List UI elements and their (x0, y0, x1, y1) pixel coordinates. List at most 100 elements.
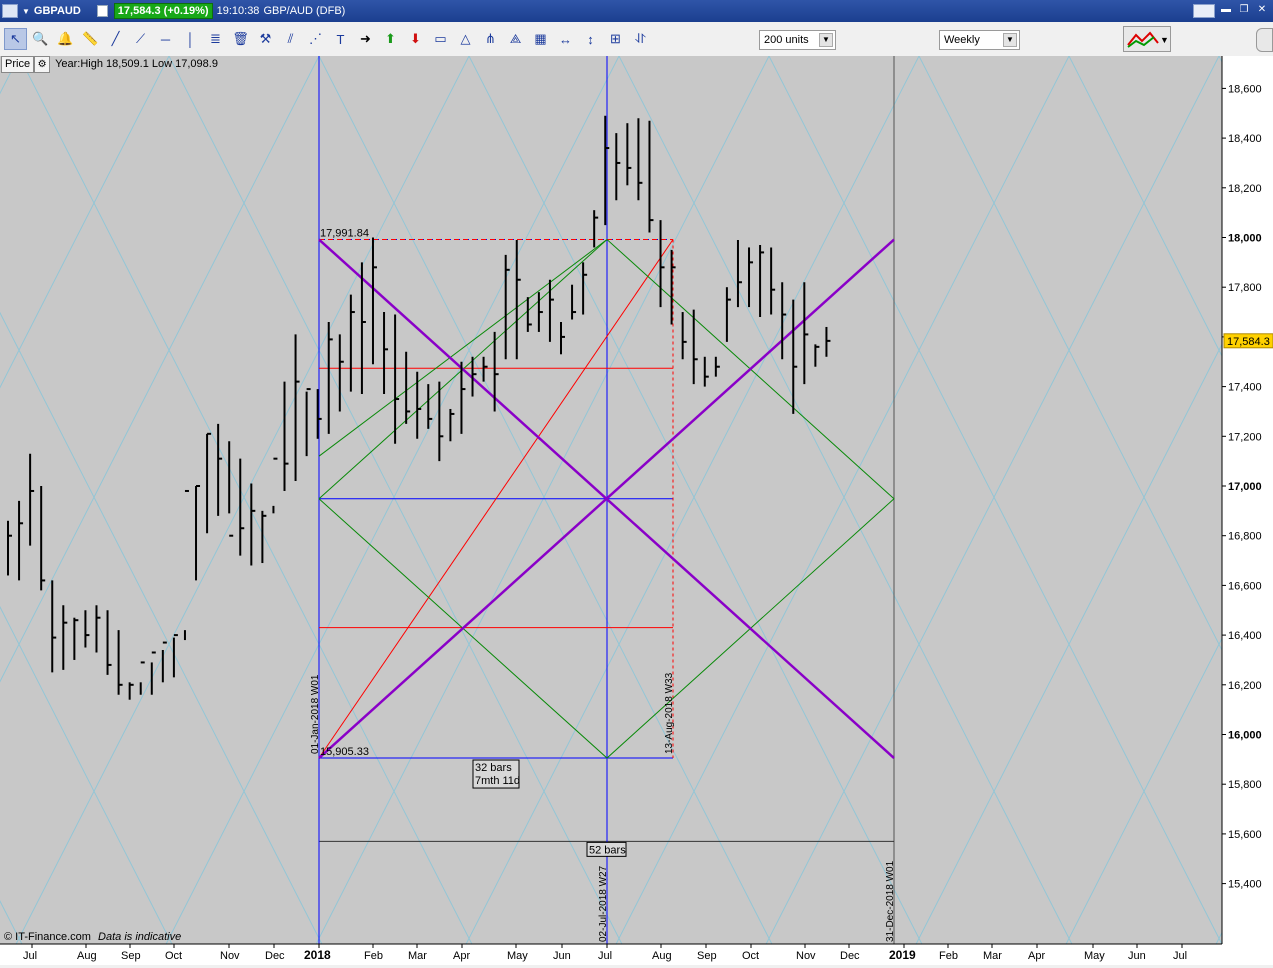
x-tick-label: Apr (453, 950, 470, 962)
footer: © IT-Finance.com Data is indicative (4, 931, 181, 943)
plot-background (0, 56, 1222, 944)
wrench-icon[interactable]: ⚙ (34, 55, 51, 73)
trend-channel-icon[interactable]: ⋰ (304, 28, 327, 50)
gann-square-icon[interactable]: ⊞ (604, 28, 627, 50)
units-select-value: 200 units (764, 34, 809, 46)
date-label-dec: 31-Dec-2018 W01 (885, 860, 896, 942)
duration-label: 7mth 11d (475, 775, 520, 787)
y-tick-label: 16,000 (1228, 730, 1262, 742)
y-tick-label: 15,400 (1228, 879, 1262, 891)
sell-arrow-icon[interactable]: ⬇ (404, 28, 427, 50)
keyboard-icon[interactable] (1193, 4, 1215, 18)
x-tick-label: May (507, 950, 528, 962)
gann-grid-icon[interactable]: ▦ (529, 28, 552, 50)
date-label-aug: 13-Aug-2018 W33 (664, 672, 675, 754)
x-tick-label: Mar (408, 950, 427, 962)
dropdown-arrow-icon[interactable]: ▼ (22, 7, 30, 16)
parallel-channel-icon[interactable]: ⫽ (279, 28, 302, 50)
zoom-icon[interactable]: 🔍 (29, 28, 52, 50)
triangle-icon[interactable]: △ (454, 28, 477, 50)
minimize-button[interactable]: ▬ (1219, 4, 1233, 16)
sheet-icon[interactable] (96, 5, 108, 17)
drawing-tools: ↖ 🔍 🔔 📏 ╱ ⟋ ─ │ ≣ 🗑 ⚒ ⫽ ⋰ T ➜ ⬆ ⬇ ▭ △ ⋔ ⟁ ▦ ↔ ↕ ⊞ ⥯ (4, 28, 652, 50)
title-bar: ▼ GBPAUD 17,584.3 (+0.19%) 19:10:38 GBP/… (0, 0, 1273, 22)
y-tick-label: 18,400 (1228, 133, 1262, 145)
indicators-chart-icon: ▼ (1127, 31, 1169, 48)
gann-fan-icon[interactable]: ⟁ (504, 28, 527, 50)
horizontal-line-icon[interactable]: ─ (154, 28, 177, 50)
interval-select[interactable]: Weekly ▼ (939, 30, 1020, 50)
y-tick-label: 16,600 (1228, 580, 1262, 592)
cycle-icon[interactable]: ⥯ (629, 28, 652, 50)
ruler-icon[interactable]: 📏 (79, 28, 102, 50)
x-tick-label: Dec (265, 950, 285, 962)
x-tick-label: Apr (1028, 950, 1045, 962)
x-tick-label: Sep (121, 950, 141, 962)
measure-icon[interactable]: ↔ (554, 28, 577, 50)
price-tab[interactable]: Price (1, 55, 35, 73)
indicators-button[interactable]: ▼ (1123, 26, 1171, 52)
fibonacci-icon[interactable]: ≣ (204, 28, 227, 50)
box-low-label: 15,905.33 (320, 746, 369, 758)
line-icon[interactable]: ╱ (104, 28, 127, 50)
quote-time: 19:10:38 (216, 5, 260, 17)
x-tick-label: Jul (598, 950, 612, 962)
y-tick-label: 16,200 (1228, 680, 1262, 692)
x-tick-label: 2019 (889, 948, 916, 962)
y-tick-label: 16,400 (1228, 630, 1262, 642)
x-tick-label: Feb (364, 950, 383, 962)
y-tick-label: 17,800 (1228, 282, 1262, 294)
pointer-icon[interactable]: ↖ (4, 28, 27, 50)
symbol-title: GBPAUD (33, 5, 81, 17)
y-tick-label: 17,400 (1228, 382, 1262, 394)
y-tick-label: 17,200 (1228, 431, 1262, 443)
interval-select-value: Weekly (944, 34, 980, 46)
date-label-jan: 01-Jan-2018 W01 (310, 674, 321, 754)
x-tick-label: Nov (220, 950, 240, 962)
x-tick-label: 2018 (304, 948, 331, 962)
time-span-icon[interactable]: ↕ (579, 28, 602, 50)
span-label: 52 bars (589, 844, 626, 856)
buy-arrow-icon[interactable]: ⬆ (379, 28, 402, 50)
chevron-down-icon[interactable]: ▼ (1003, 33, 1017, 47)
x-tick-label: Aug (77, 950, 97, 962)
copyright-text: © IT-Finance.com (4, 931, 91, 943)
side-panel-toggle[interactable] (1256, 28, 1273, 52)
x-tick-label: Jul (23, 950, 37, 962)
delete-icon[interactable]: 🗑 (229, 28, 252, 50)
y-tick-label: 16,800 (1228, 531, 1262, 543)
price-chart[interactable]: 17,991.84 15,905.33 32 bars7mth 11d 52 bars… (0, 55, 1273, 965)
y-tick-label: 18,000 (1228, 233, 1262, 245)
restore-button[interactable]: ❐ (1237, 4, 1251, 16)
box-high-label: 17,991.84 (320, 228, 369, 240)
y-tick-label: 15,600 (1228, 829, 1262, 841)
vertical-line-icon[interactable]: │ (179, 28, 202, 50)
window-menu-icon[interactable] (2, 4, 18, 18)
pitchfork-icon[interactable]: ⋔ (479, 28, 502, 50)
x-tick-label: Mar (983, 950, 1002, 962)
x-tick-label: Aug (652, 950, 672, 962)
instrument-description: GBP/AUD (DFB) (263, 5, 346, 17)
date-label-jul: 02-Jul-2018 W27 (598, 865, 609, 942)
x-tick-label: Sep (697, 950, 717, 962)
x-tick-label: May (1084, 950, 1105, 962)
units-select[interactable]: 200 units ▼ (759, 30, 836, 50)
ray-icon[interactable]: ⟋ (129, 28, 152, 50)
x-axis-panel (0, 944, 1273, 965)
rectangle-icon[interactable]: ▭ (429, 28, 452, 50)
quote-badge: 17,584.3 (+0.19%) (113, 3, 213, 19)
chevron-down-icon[interactable]: ▼ (819, 33, 833, 47)
x-tick-label: Oct (165, 950, 182, 962)
x-tick-label: Jun (1128, 950, 1146, 962)
hammer-icon[interactable]: ⚒ (254, 28, 277, 50)
y-tick-label: 17,000 (1228, 481, 1262, 493)
text-icon[interactable]: T (329, 28, 352, 50)
data-notice: Data is indicative (98, 931, 182, 943)
alert-icon[interactable]: 🔔 (54, 28, 77, 50)
price-panel-header: Price ⚙ Year:High 18,509.1 Low 17,098.9 (1, 55, 218, 73)
arrow-icon[interactable]: ➜ (354, 28, 377, 50)
svg-text:▼: ▼ (1160, 35, 1169, 45)
y-tick-label: 18,200 (1228, 183, 1262, 195)
close-button[interactable]: ✕ (1255, 4, 1269, 16)
chart-area[interactable]: 17,991.84 15,905.33 32 bars 7mth 11d 52 bars… (0, 55, 1273, 965)
